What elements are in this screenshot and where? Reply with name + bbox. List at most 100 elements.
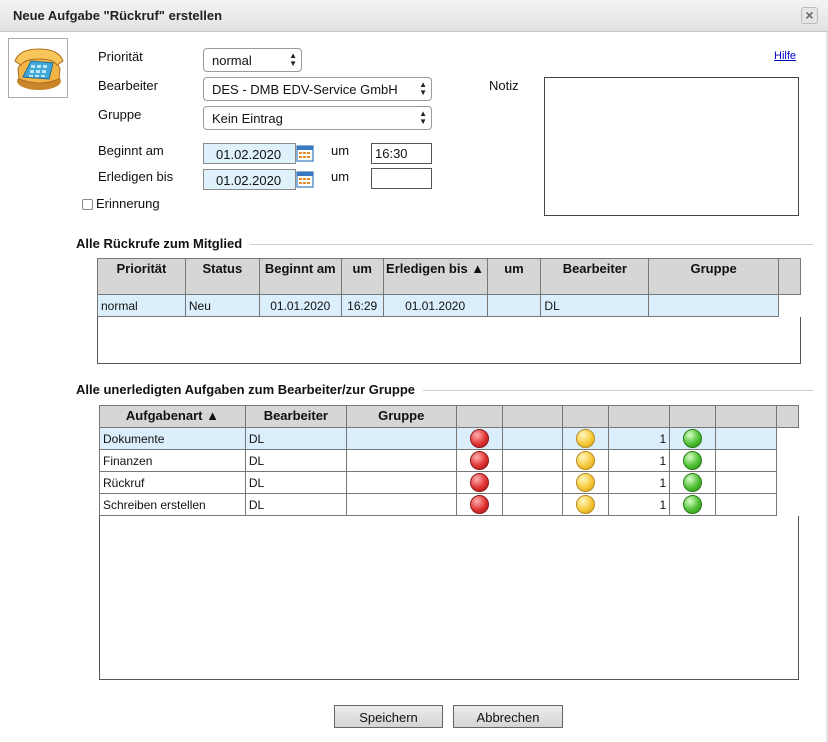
priority-label: Priorität — [98, 49, 143, 64]
cell-red — [455, 493, 503, 516]
column-header[interactable]: Gruppe — [648, 258, 779, 295]
cell-count: 1 — [608, 449, 671, 472]
cell-blank — [501, 449, 564, 472]
green-status-icon — [683, 451, 703, 470]
cell-start-time: 16:29 — [340, 294, 384, 317]
column-header-yellow[interactable] — [562, 405, 610, 428]
telephone-icon — [14, 48, 64, 90]
table-row[interactable]: Schreiben erstellen DL 1 — [99, 493, 799, 516]
table-header-row: Aufgabenart ▲ Bearbeiter Gruppe — [99, 405, 800, 428]
cell-blank — [715, 471, 777, 494]
green-status-icon — [683, 429, 703, 448]
cell-green — [669, 493, 717, 516]
cell-status: Neu — [184, 294, 260, 317]
group-label: Gruppe — [98, 107, 142, 122]
calendar-icon[interactable] — [296, 144, 314, 162]
cell-blank — [501, 493, 564, 516]
yellow-status-icon — [576, 495, 596, 514]
cell-assignee: DL — [244, 471, 347, 494]
table-row[interactable]: Finanzen DL 1 — [99, 449, 799, 472]
start-time-input[interactable]: 16:30 — [371, 143, 432, 164]
due-date-label: Erledigen bis — [98, 169, 174, 184]
column-header[interactable]: Aufgabenart ▲ — [99, 405, 246, 428]
tasks-section-title: Alle unerledigten Aufgaben zum Bearbeite… — [76, 382, 424, 397]
cell-task-type: Rückruf — [99, 471, 246, 494]
cell-group — [345, 493, 457, 516]
column-header[interactable]: Beginnt am — [258, 258, 342, 295]
callbacks-section-title: Alle Rückrufe zum Mitglied — [76, 236, 251, 251]
cell-red — [455, 471, 503, 494]
cell-spacer — [776, 427, 799, 450]
priority-select[interactable]: normal ▲ ▼ — [203, 48, 302, 72]
cell-assignee: DL — [244, 449, 347, 472]
start-date-input[interactable]: 01.02.2020 — [203, 143, 296, 164]
assignee-select[interactable]: DES - DMB EDV-Service GmbH ▲ ▼ — [203, 77, 432, 101]
assignee-value: DES - DMB EDV-Service GmbH — [212, 82, 398, 97]
cell-green — [669, 427, 717, 450]
calendar-icon[interactable] — [296, 170, 314, 188]
table-row[interactable]: Dokumente DL 1 — [99, 427, 799, 450]
callbacks-table: Priorität Status Beginnt am um Erledigen… — [97, 258, 801, 317]
cell-task-type: Dokumente — [99, 427, 246, 450]
cell-yellow — [562, 449, 610, 472]
priority-value: normal — [212, 53, 252, 68]
column-header[interactable]: Status — [184, 258, 260, 295]
tasks-table: Aufgabenart ▲ Bearbeiter Gruppe Dokument… — [99, 405, 800, 516]
red-status-icon — [469, 451, 489, 470]
column-header[interactable]: Bearbeiter — [244, 405, 347, 428]
cell-group — [345, 427, 457, 450]
cell-yellow — [562, 493, 610, 516]
column-header[interactable]: um — [486, 258, 542, 295]
yellow-status-icon — [576, 473, 596, 492]
cell-priority: normal — [97, 294, 186, 317]
green-status-icon — [683, 495, 703, 514]
select-arrows-icon: ▲ ▼ — [289, 51, 297, 68]
column-header[interactable]: Gruppe — [345, 405, 457, 428]
cancel-button[interactable]: Abbrechen — [453, 705, 563, 728]
column-header-blank[interactable] — [715, 405, 777, 428]
cell-spacer — [776, 471, 799, 494]
cell-green — [669, 449, 717, 472]
cell-blank — [715, 427, 777, 450]
reminder-label: Erinnerung — [96, 196, 160, 211]
group-select[interactable]: Kein Eintrag ▲ ▼ — [203, 106, 432, 130]
help-link[interactable]: Hilfe — [774, 50, 796, 62]
column-header[interactable]: Bearbeiter — [540, 258, 650, 295]
cell-yellow — [562, 427, 610, 450]
task-type-icon-box — [8, 38, 68, 98]
cell-assignee: DL — [540, 294, 650, 317]
start-date-label: Beginnt am — [98, 143, 164, 158]
cell-spacer — [778, 294, 801, 317]
red-status-icon — [469, 473, 489, 492]
column-header-blank[interactable] — [501, 405, 564, 428]
note-textarea[interactable] — [544, 77, 799, 216]
save-button[interactable]: Speichern — [334, 705, 443, 728]
cell-count: 1 — [608, 427, 671, 450]
due-time-input[interactable] — [371, 168, 432, 189]
table-row[interactable]: Rückruf DL 1 — [99, 471, 799, 494]
due-date-input[interactable]: 01.02.2020 — [203, 169, 296, 190]
dialog-title: Neue Aufgabe "Rückruf" erstellen — [13, 8, 223, 23]
column-header-spacer — [775, 405, 800, 428]
column-header-red[interactable] — [455, 405, 503, 428]
column-header[interactable]: um — [340, 258, 384, 295]
cell-assignee: DL — [244, 493, 347, 516]
cell-spacer — [776, 449, 799, 472]
column-header-green[interactable] — [669, 405, 717, 428]
cell-task-type: Schreiben erstellen — [99, 493, 246, 516]
reminder-checkbox[interactable] — [82, 199, 93, 210]
column-header[interactable]: Erledigen bis ▲ — [382, 258, 488, 295]
column-header[interactable]: Priorität — [97, 258, 186, 295]
red-status-icon — [469, 429, 489, 448]
cell-blank — [501, 471, 564, 494]
group-value: Kein Eintrag — [212, 111, 283, 126]
cell-red — [455, 427, 503, 450]
table-header-row: Priorität Status Beginnt am um Erledigen… — [97, 258, 801, 295]
cell-task-type: Finanzen — [99, 449, 246, 472]
cell-group — [345, 449, 457, 472]
yellow-status-icon — [576, 429, 596, 448]
column-header-count[interactable] — [608, 405, 671, 428]
close-icon[interactable]: × — [801, 7, 818, 24]
table-row[interactable]: normal Neu 01.01.2020 16:29 01.01.2020 D… — [97, 294, 801, 317]
note-label: Notiz — [489, 78, 519, 93]
